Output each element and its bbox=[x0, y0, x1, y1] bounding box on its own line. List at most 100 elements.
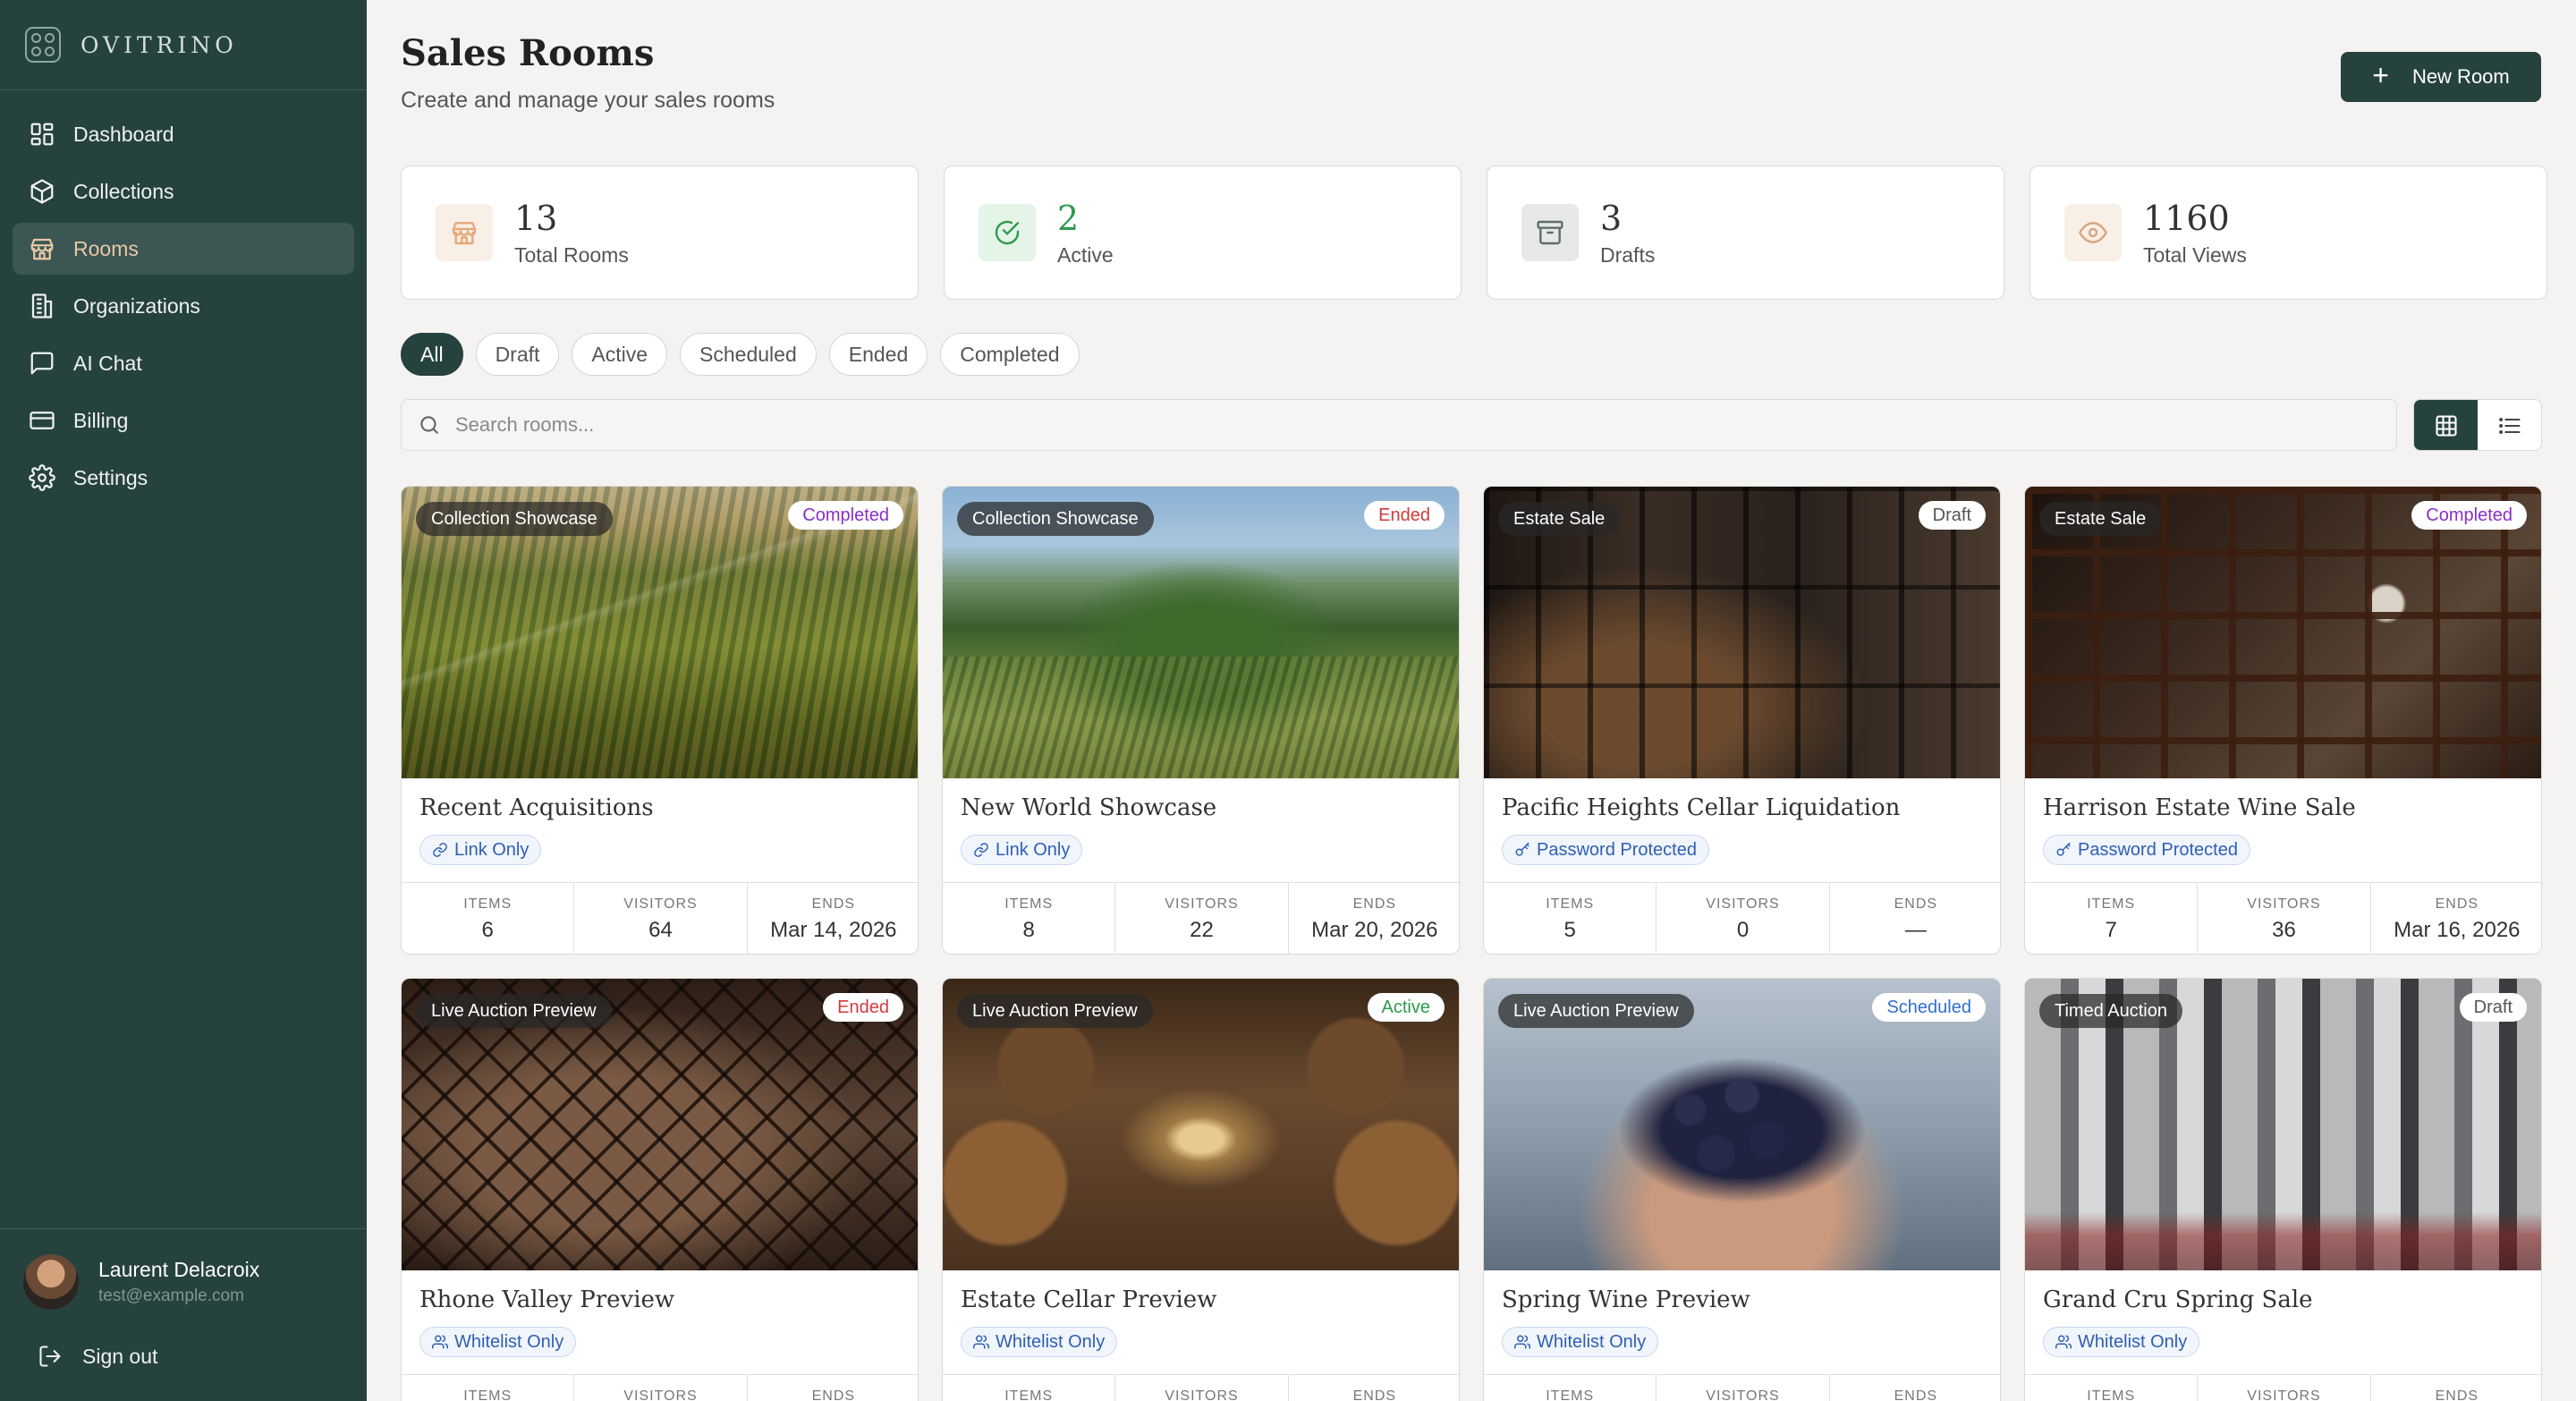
room-card[interactable]: Live Auction Preview Active Estate Cella… bbox=[942, 978, 1460, 1401]
stat-icon-wrap bbox=[436, 204, 493, 261]
user-profile[interactable]: Laurent Delacroix test@example.com bbox=[0, 1229, 367, 1310]
check-circle-icon bbox=[995, 220, 1020, 245]
key-icon bbox=[1515, 842, 1530, 856]
page-title: Sales Rooms bbox=[401, 32, 655, 74]
filter-draft[interactable]: Draft bbox=[475, 333, 560, 376]
view-toggle bbox=[2413, 399, 2542, 451]
filter-active[interactable]: Active bbox=[572, 333, 668, 376]
stat-icon-wrap bbox=[2064, 204, 2122, 261]
room-type-badge: Live Auction Preview bbox=[1498, 994, 1694, 1028]
room-ends-stat: ENDS Mar 14, 2026 bbox=[748, 883, 918, 954]
room-ends-stat: ENDS bbox=[1830, 1375, 2000, 1401]
room-image: Estate Sale Completed bbox=[2025, 487, 2541, 778]
room-visitors-stat: VISITORS bbox=[1657, 1375, 1830, 1401]
visitors-label: VISITORS bbox=[2247, 1388, 2321, 1401]
gear-icon bbox=[29, 464, 55, 491]
sidebar-item-label: Collections bbox=[73, 179, 174, 203]
link-icon bbox=[974, 843, 988, 857]
sign-out-icon bbox=[39, 1346, 61, 1367]
sidebar-item-dashboard[interactable]: Dashboard bbox=[13, 108, 354, 160]
room-ends-stat: ENDS Mar 16, 2026 bbox=[2371, 883, 2541, 954]
sidebar-item-label: Billing bbox=[73, 408, 129, 432]
sidebar-item-organizations[interactable]: Organizations bbox=[13, 280, 354, 332]
status-badge: Active bbox=[1367, 993, 1445, 1022]
access-badge: Link Only bbox=[961, 835, 1083, 865]
room-type-badge: Collection Showcase bbox=[416, 502, 613, 536]
room-items-stat: ITEMS bbox=[2025, 1375, 2199, 1401]
new-room-button[interactable]: + New Room bbox=[2341, 52, 2541, 102]
room-type-badge: Timed Auction bbox=[2039, 994, 2182, 1028]
brand[interactable]: OVITRINO bbox=[0, 0, 367, 90]
access-label: Password Protected bbox=[2078, 839, 2238, 860]
room-card[interactable]: Collection Showcase Ended New World Show… bbox=[942, 486, 1460, 955]
filter-ended[interactable]: Ended bbox=[828, 333, 928, 376]
users-icon bbox=[2055, 1335, 2072, 1349]
ends-value: — bbox=[1904, 918, 1927, 942]
stat-value: 13 bbox=[514, 198, 558, 238]
access-badge: Whitelist Only bbox=[1502, 1327, 1659, 1357]
stat-card-drafts: 3 Drafts bbox=[1487, 166, 2004, 300]
sidebar-item-billing[interactable]: Billing bbox=[13, 395, 354, 446]
stat-value: 1160 bbox=[2143, 198, 2230, 238]
sidebar-item-ai-chat[interactable]: AI Chat bbox=[13, 337, 354, 389]
user-email: test@example.com bbox=[98, 1286, 244, 1305]
items-label: ITEMS bbox=[1546, 896, 1595, 912]
room-card[interactable]: Live Auction Preview Ended Rhone Valley … bbox=[401, 978, 919, 1401]
items-value: 5 bbox=[1563, 918, 1576, 942]
grid-view-button[interactable] bbox=[2414, 400, 2478, 450]
stat-label: Total Rooms bbox=[514, 242, 629, 267]
filter-all[interactable]: All bbox=[401, 333, 463, 376]
access-label: Link Only bbox=[454, 839, 530, 860]
user-block: Laurent Delacroix test@example.com Sign … bbox=[0, 1228, 367, 1401]
sidebar-item-label: Dashboard bbox=[73, 122, 174, 146]
sidebar-item-settings[interactable]: Settings bbox=[13, 452, 354, 504]
filter-scheduled[interactable]: Scheduled bbox=[680, 333, 817, 376]
room-card[interactable]: Estate Sale Completed Harrison Estate Wi… bbox=[2024, 486, 2542, 955]
room-items-stat: ITEMS bbox=[402, 1375, 575, 1401]
ends-label: ENDS bbox=[1352, 1388, 1397, 1401]
visitors-label: VISITORS bbox=[623, 896, 698, 912]
ends-value: Mar 16, 2026 bbox=[2394, 918, 2521, 942]
ends-label: ENDS bbox=[1894, 896, 1938, 912]
avatar bbox=[23, 1254, 79, 1310]
sidebar-item-collections[interactable]: Collections bbox=[13, 166, 354, 217]
room-card[interactable]: Timed Auction Draft Grand Cru Spring Sal… bbox=[2024, 978, 2542, 1401]
room-image: Collection Showcase Ended bbox=[943, 487, 1459, 778]
room-title: Estate Cellar Preview bbox=[961, 1286, 1217, 1313]
plus-icon: + bbox=[2372, 59, 2389, 91]
items-label: ITEMS bbox=[2087, 896, 2136, 912]
search-input[interactable] bbox=[455, 413, 2244, 437]
room-card[interactable]: Estate Sale Draft Pacific Heights Cellar… bbox=[1483, 486, 2001, 955]
room-title: Harrison Estate Wine Sale bbox=[2043, 794, 2356, 821]
stats-row: 13 Total Rooms 2 Active 3 Drafts 1160 To… bbox=[401, 166, 2547, 300]
stat-value: 2 bbox=[1057, 198, 1080, 238]
room-card[interactable]: Live Auction Preview Scheduled Spring Wi… bbox=[1483, 978, 2001, 1401]
items-label: ITEMS bbox=[1546, 1388, 1595, 1401]
room-card[interactable]: Collection Showcase Completed Recent Acq… bbox=[401, 486, 919, 955]
ends-value: Mar 20, 2026 bbox=[1311, 918, 1438, 942]
user-name: Laurent Delacroix bbox=[98, 1258, 260, 1281]
items-label: ITEMS bbox=[1004, 896, 1054, 912]
room-image: Timed Auction Draft bbox=[2025, 979, 2541, 1270]
dashboard-icon bbox=[30, 123, 54, 146]
search-icon bbox=[420, 416, 438, 434]
visitors-label: VISITORS bbox=[1165, 1388, 1239, 1401]
stat-label: Drafts bbox=[1600, 242, 1656, 267]
list-view-button[interactable] bbox=[2478, 400, 2541, 450]
visitors-value: 64 bbox=[648, 918, 673, 942]
users-icon bbox=[973, 1335, 989, 1349]
room-ends-stat: ENDS — bbox=[1830, 883, 2000, 954]
room-visitors-stat: VISITORS bbox=[1115, 1375, 1289, 1401]
list-icon bbox=[2498, 418, 2521, 434]
room-type-badge: Collection Showcase bbox=[957, 502, 1154, 536]
stat-icon-wrap bbox=[979, 204, 1036, 261]
access-label: Link Only bbox=[996, 839, 1071, 860]
sidebar-item-rooms[interactable]: Rooms bbox=[13, 223, 354, 275]
room-ends-stat: ENDS bbox=[1289, 1375, 1459, 1401]
items-value: 8 bbox=[1022, 918, 1035, 942]
room-type-badge: Live Auction Preview bbox=[957, 994, 1153, 1028]
visitors-value: 0 bbox=[1736, 918, 1750, 942]
credit-card-icon bbox=[30, 412, 55, 429]
filter-completed[interactable]: Completed bbox=[940, 333, 1080, 376]
sign-out-button[interactable]: Sign out bbox=[0, 1310, 367, 1369]
